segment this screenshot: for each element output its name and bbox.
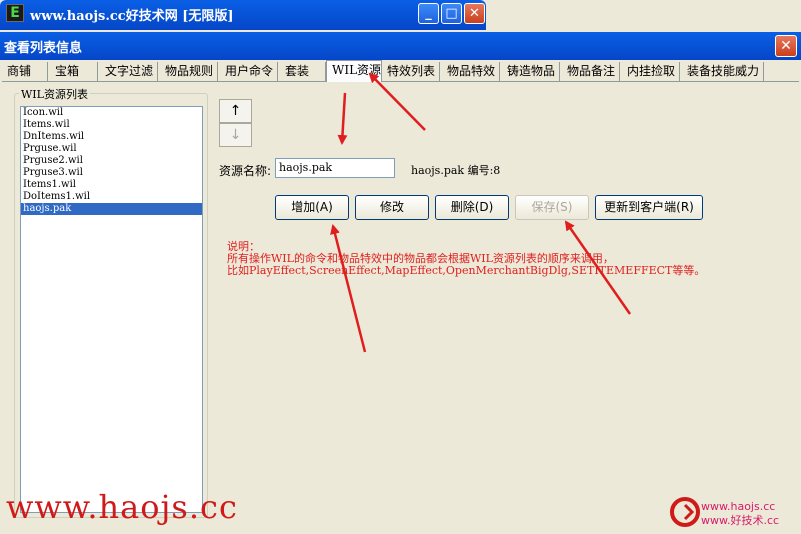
background-window-title: www.haojs.cc好技术网 [无限版] xyxy=(30,9,234,24)
watermark-logo-icon xyxy=(670,497,700,527)
list-item[interactable]: DnItems.wil xyxy=(21,131,202,143)
watermark-text: www.haojs.cc xyxy=(6,488,238,526)
minimize-icon: _ xyxy=(425,6,432,21)
tab-equip-skill-power[interactable]: 装备技能威力 xyxy=(682,62,764,81)
resource-name-label: 资源名称: xyxy=(219,164,272,178)
list-item-selected[interactable]: haojs.pak xyxy=(21,203,202,215)
tab-auto-pickup[interactable]: 内挂捡取 xyxy=(622,62,680,81)
maximize-icon: □ xyxy=(445,6,458,21)
tab-item-effects[interactable]: 物品特效 xyxy=(442,62,500,81)
tab-item-rules[interactable]: 物品规则 xyxy=(160,62,218,81)
watermark-line: www.好技术.cc xyxy=(701,514,780,527)
list-item[interactable]: DoItems1.wil xyxy=(21,191,202,203)
move-down-button[interactable]: ↓ xyxy=(219,123,252,147)
background-window-titlebar: E www.haojs.cc好技术网 [无限版] _ □ ✕ xyxy=(0,0,486,30)
explanation-note: 说明： 所有操作WIL的命令和物品特效中的物品都会根据WIL资源列表的顺序来调用… xyxy=(227,241,705,277)
list-item[interactable]: Prguse3.wil xyxy=(21,167,202,179)
watermark-line: www.haojs.cc xyxy=(701,500,776,513)
maximize-button[interactable]: □ xyxy=(441,3,462,24)
list-info-dialog: 查看列表信息 ✕ 商铺 宝箱 文字过滤 物品规则 用户命令 套装 WIL资源 特… xyxy=(0,32,801,534)
tab-shop[interactable]: 商铺 xyxy=(2,62,48,81)
list-item[interactable]: Icon.wil xyxy=(21,107,202,119)
list-item[interactable]: Items.wil xyxy=(21,119,202,131)
watermark-corner: www.haojs.cc www.好技术.cc xyxy=(701,500,779,528)
dialog-titlebar: 查看列表信息 ✕ xyxy=(0,32,801,60)
update-client-button[interactable]: 更新到客户端(R) xyxy=(595,195,703,220)
delete-button[interactable]: 删除(D) xyxy=(435,195,509,220)
close-icon: ✕ xyxy=(469,6,480,21)
list-item[interactable]: Items1.wil xyxy=(21,179,202,191)
tab-item-notes[interactable]: 物品备注 xyxy=(562,62,620,81)
arrow-down-icon: ↓ xyxy=(229,127,242,143)
resource-info-text: haojs.pak 编号:8 xyxy=(411,164,501,177)
add-button[interactable]: 增加(A) xyxy=(275,195,349,220)
dialog-title: 查看列表信息 xyxy=(4,41,83,56)
arrow-up-icon: ↑ xyxy=(229,103,242,119)
minimize-button[interactable]: _ xyxy=(418,3,439,24)
resource-name-input[interactable]: haojs.pak xyxy=(275,158,395,178)
app-icon: E xyxy=(6,4,24,22)
tab-wil-resources[interactable]: WIL资源 xyxy=(326,60,382,82)
wil-resource-group: WIL资源列表 Icon.wil Items.wil DnItems.wil P… xyxy=(14,86,208,518)
wil-resource-listbox[interactable]: Icon.wil Items.wil DnItems.wil Prguse.wi… xyxy=(20,106,203,513)
dialog-close-button[interactable]: ✕ xyxy=(775,35,797,57)
save-button[interactable]: 保存(S) xyxy=(515,195,589,220)
tab-effect-list[interactable]: 特效列表 xyxy=(382,62,440,81)
tab-treasure-box[interactable]: 宝箱 xyxy=(50,62,98,81)
tab-text-filter[interactable]: 文字过滤 xyxy=(100,62,158,81)
tab-strip: 商铺 宝箱 文字过滤 物品规则 用户命令 套装 WIL资源 特效列表 物品特效 … xyxy=(2,60,799,82)
group-label: WIL资源列表 xyxy=(19,86,90,102)
tab-user-commands[interactable]: 用户命令 xyxy=(220,62,278,81)
background-close-button[interactable]: ✕ xyxy=(464,3,485,24)
move-up-button[interactable]: ↑ xyxy=(219,99,252,123)
tab-forge-items[interactable]: 铸造物品 xyxy=(502,62,560,81)
close-icon: ✕ xyxy=(780,38,792,54)
list-item[interactable]: Prguse2.wil xyxy=(21,155,202,167)
tab-suit[interactable]: 套装 xyxy=(280,62,326,81)
note-line: 比如PlayEffect,ScreenEffect,MapEffect,Open… xyxy=(227,264,706,277)
list-item[interactable]: Prguse.wil xyxy=(21,143,202,155)
modify-button[interactable]: 修改 xyxy=(355,195,429,220)
